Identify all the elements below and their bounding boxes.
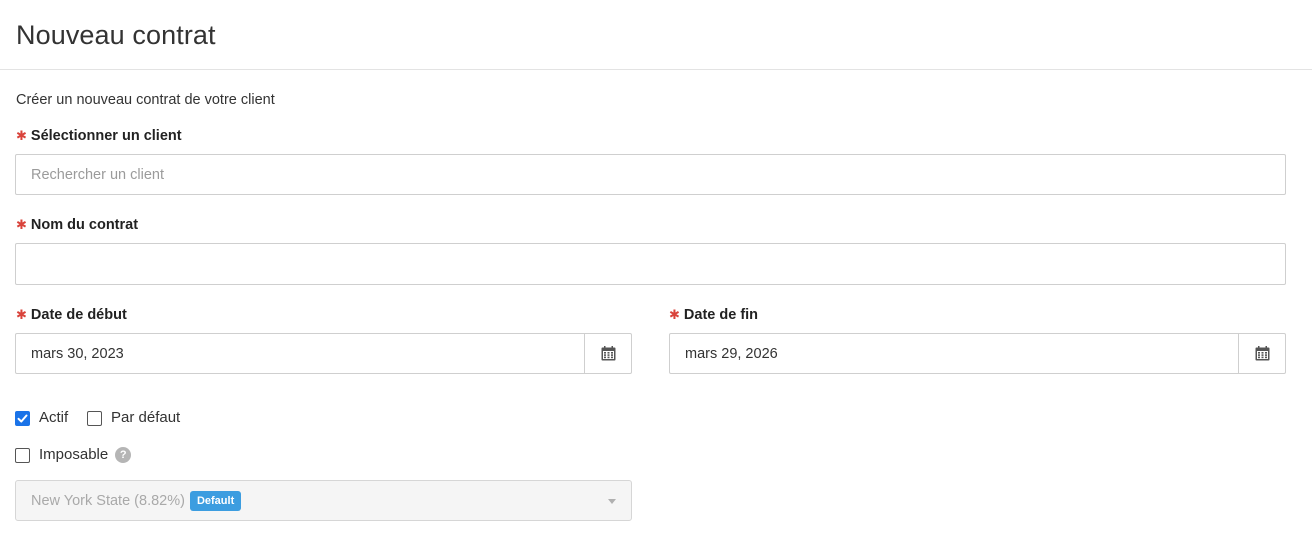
default-checkbox[interactable]: [87, 410, 102, 426]
contract-name-label-text: Nom du contrat: [30, 217, 139, 233]
client-search-placeholder: Rechercher un client: [31, 166, 164, 183]
start-date-picker-button[interactable]: [584, 334, 631, 373]
client-search-input[interactable]: Rechercher un client: [15, 154, 1286, 195]
start-date-label: ✱ Date de début: [16, 305, 127, 325]
end-date-label: ✱ Date de fin: [669, 305, 758, 325]
help-question-icon[interactable]: ?: [115, 447, 132, 463]
required-asterisk-icon: ✱: [669, 307, 680, 322]
taxable-checkbox[interactable]: [15, 447, 30, 463]
calendar-icon: [601, 346, 615, 361]
tax-rate-value: New York State (8.82%): [31, 492, 185, 509]
default-checkbox-label[interactable]: Par défaut: [111, 408, 180, 428]
contract-name-input[interactable]: [15, 243, 1286, 285]
active-checkbox[interactable]: [15, 410, 30, 426]
checkmark-icon: [17, 414, 28, 422]
start-date-label-text: Date de début: [30, 307, 127, 323]
required-asterisk-icon: ✱: [16, 307, 27, 322]
active-checkbox-row[interactable]: Actif: [15, 408, 68, 428]
end-date-field[interactable]: mars 29, 2026: [669, 333, 1286, 374]
taxable-checkbox-row[interactable]: Imposable ?: [15, 445, 132, 465]
end-date-label-text: Date de fin: [683, 307, 759, 323]
tax-rate-select: New York State (8.82%) Default: [15, 480, 632, 521]
form-subtitle: Créer un nouveau contrat de votre client: [16, 92, 275, 108]
calendar-icon: [1255, 346, 1269, 361]
required-asterisk-icon: ✱: [16, 217, 27, 232]
client-label: ✱ Sélectionner un client: [16, 126, 182, 146]
required-asterisk-icon: ✱: [16, 128, 27, 143]
taxable-checkbox-label[interactable]: Imposable: [39, 445, 108, 465]
contract-name-label: ✱ Nom du contrat: [16, 215, 138, 235]
start-date-field[interactable]: mars 30, 2023: [15, 333, 632, 374]
page-title: Nouveau contrat: [16, 20, 216, 50]
default-badge: Default: [189, 490, 242, 511]
client-label-text: Sélectionner un client: [30, 128, 182, 144]
active-checkbox-label[interactable]: Actif: [39, 408, 68, 428]
chevron-down-icon: [608, 499, 616, 504]
default-checkbox-row[interactable]: Par défaut: [87, 408, 180, 428]
end-date-picker-button[interactable]: [1238, 334, 1285, 373]
start-date-value[interactable]: mars 30, 2023: [16, 334, 584, 373]
page-header: Nouveau contrat: [0, 0, 1312, 70]
end-date-value[interactable]: mars 29, 2026: [670, 334, 1238, 373]
